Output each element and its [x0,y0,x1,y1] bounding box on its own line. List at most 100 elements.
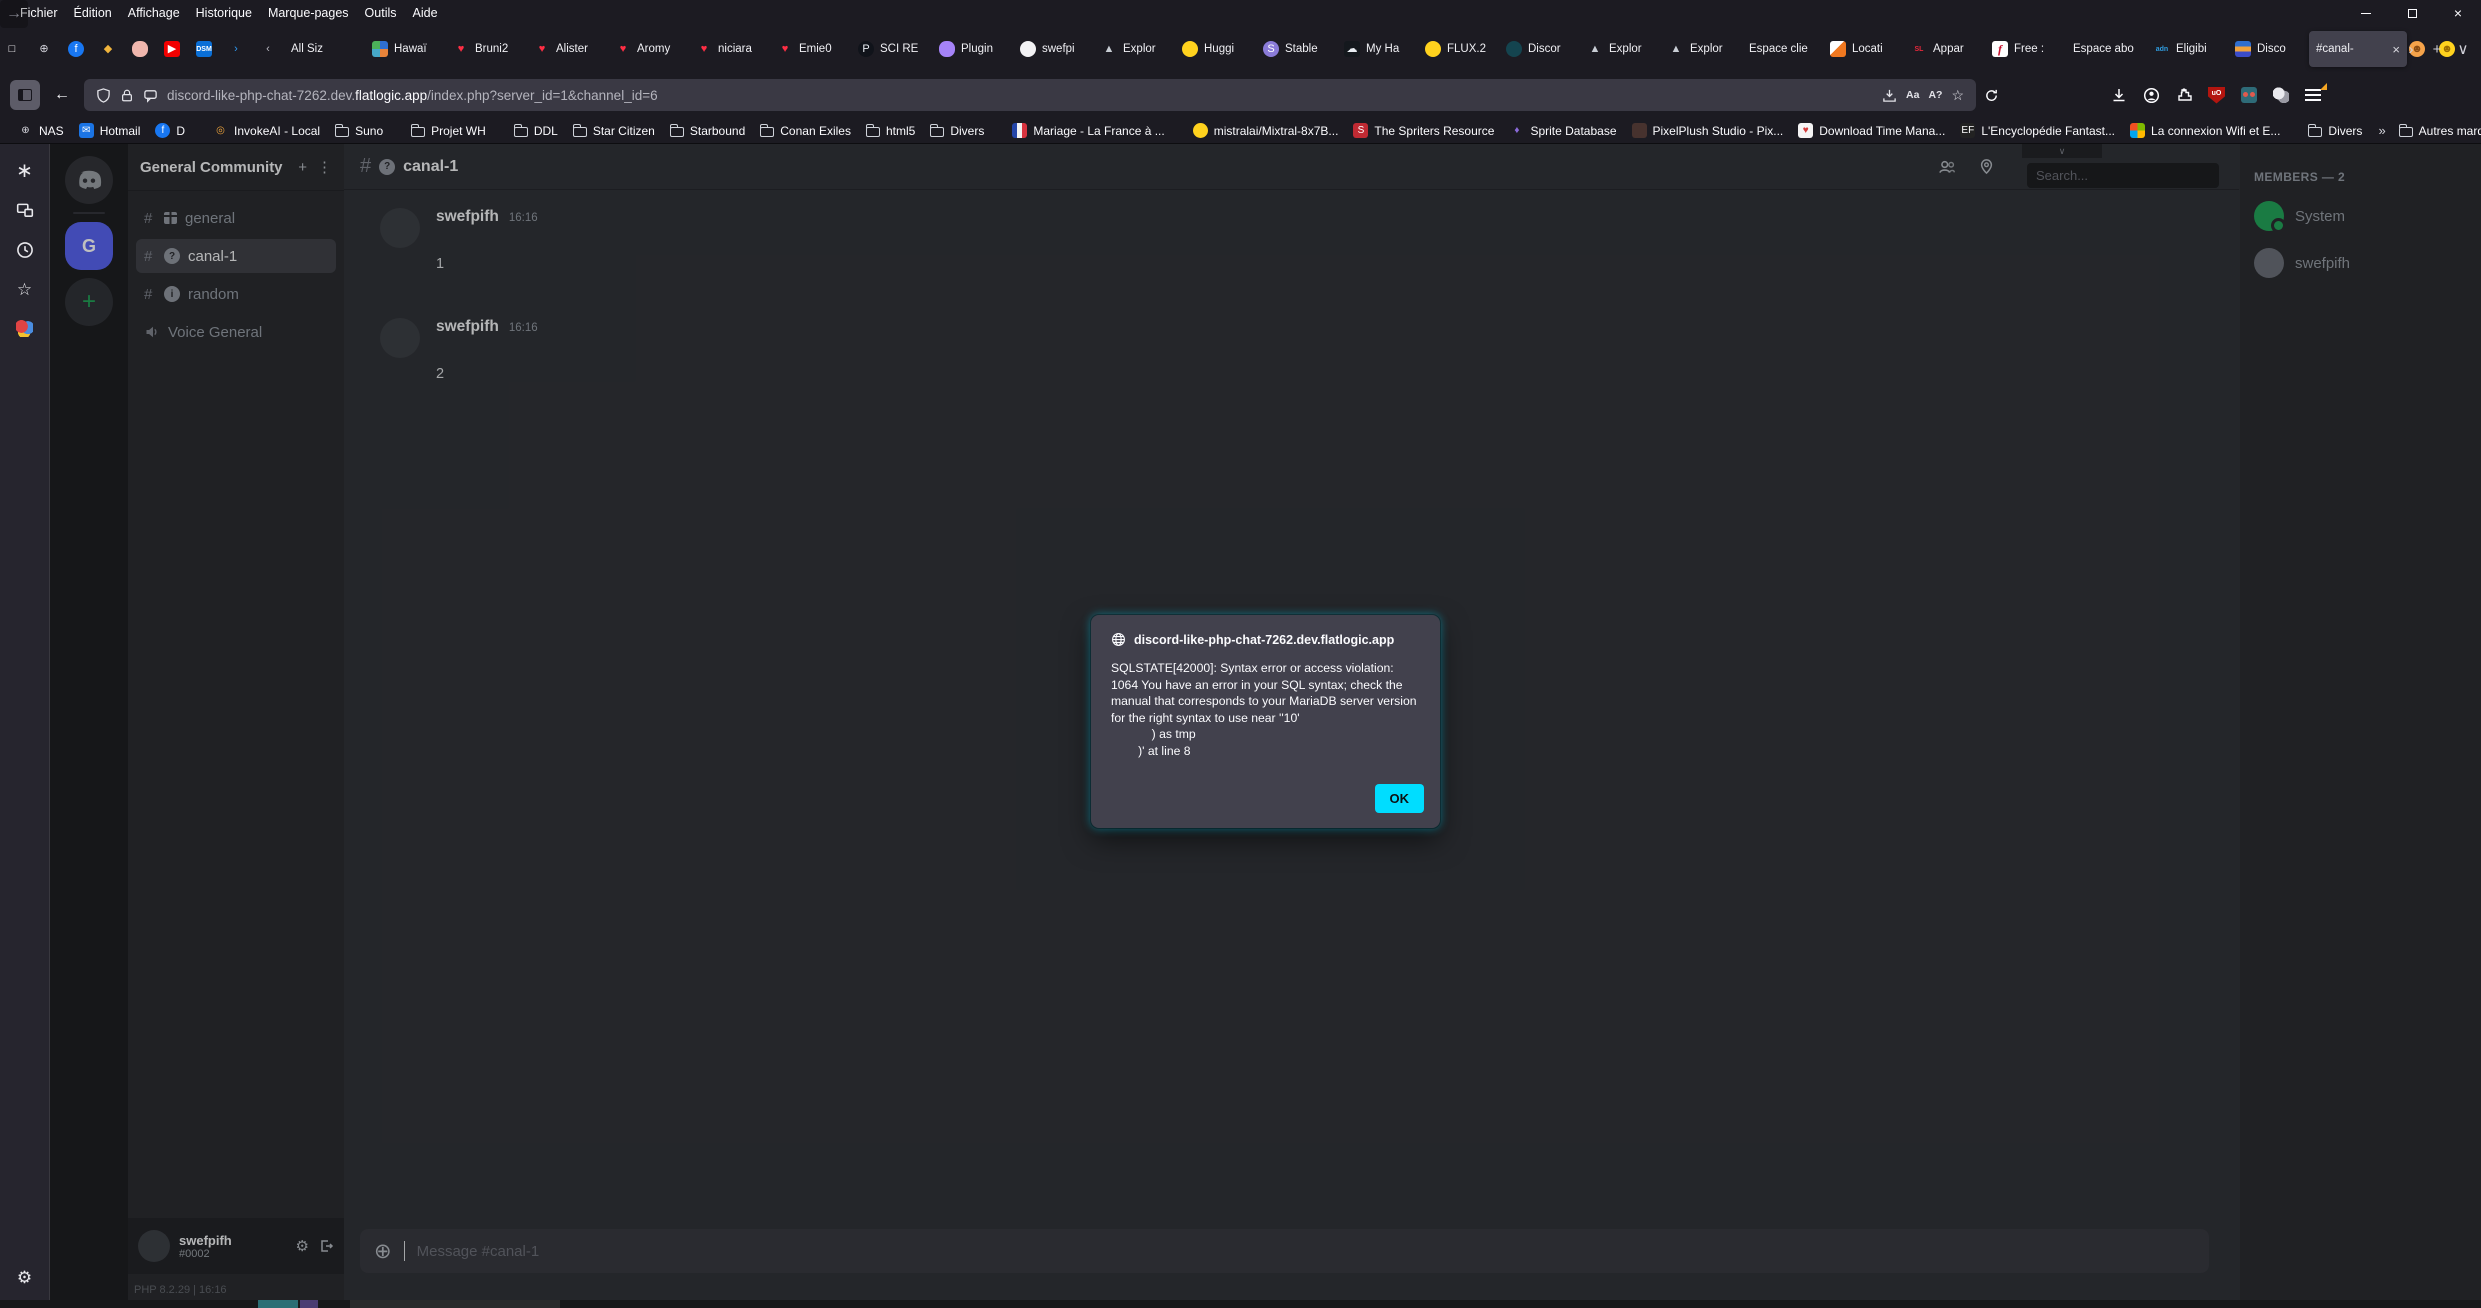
bookmark-item[interactable]: ⊕ NAS [12,121,70,140]
bookmarks-star-icon[interactable]: ☆ [15,280,35,300]
browser-tab[interactable]: Plugin [932,31,1011,67]
sidebar-settings-gear-icon[interactable]: ⚙ [15,1268,35,1288]
bookmark-item[interactable]: La connexion Wifi et E... [2124,121,2286,140]
reload-icon[interactable] [1984,88,1999,103]
extension-icon-2[interactable] [2273,87,2289,103]
url-bar[interactable]: discord-like-php-chat-7262.dev.flatlogic… [84,79,1976,111]
bookmark-item[interactable]: ◎ InvokeAI - Local [207,121,326,140]
new-tab-button[interactable]: + [2424,33,2450,65]
bookmark-item[interactable]: Projet WH [405,122,492,140]
downloads-icon[interactable] [2111,87,2127,103]
bookmark-item[interactable]: ♥ Download Time Mana... [1792,121,1951,140]
menu-item[interactable]: Outils [357,3,405,23]
menu-item[interactable]: Édition [66,3,120,23]
browser-tab[interactable]: SL Appar [1904,31,1983,67]
bookmark-item[interactable]: Autres marque-pages [2393,122,2481,140]
bookmark-item[interactable]: PixelPlush Studio - Pix... [1626,121,1790,140]
browser-tab[interactable]: ☁ My Ha [1337,31,1416,67]
browser-tab[interactable]: FLUX.2 [1418,31,1497,67]
browser-tab[interactable]: ◆ [100,31,130,67]
bookmark-star-icon[interactable]: ☆ [1951,87,1964,104]
taskbar-segment [258,1300,298,1308]
dictionary-icon[interactable]: A? [1928,89,1942,101]
bookmark-item[interactable]: ♦ Sprite Database [1503,121,1622,140]
url-text[interactable]: discord-like-php-chat-7262.dev.flatlogic… [167,88,1873,103]
menu-item[interactable]: Aide [405,3,446,23]
browser-tab[interactable]: ▲ Explor [1661,31,1740,67]
browser-tab[interactable]: Disco [2228,31,2307,67]
bookmark-item[interactable]: Divers [2302,122,2368,140]
bookmark-item[interactable]: ✉ Hotmail [73,121,147,140]
list-tabs-button[interactable]: ∨ [2450,33,2476,65]
bookmark-item[interactable]: EF L'Encyclopédie Fantast... [1954,121,2121,140]
tab-scroll-right-button[interactable]: › [2398,33,2424,65]
browser-tab[interactable]: Hawaï [365,31,444,67]
browser-tab[interactable]: All Siz [284,31,363,67]
browser-tab[interactable]: ‹ [260,31,282,67]
translate-icon[interactable]: Aa [1906,89,1919,101]
browser-tab[interactable]: ⊕ [36,31,66,67]
browser-tab[interactable]: ♥ niciara [689,31,768,67]
browser-tab[interactable]: #canal- × [2309,31,2407,67]
extension-icon[interactable] [2241,87,2257,103]
synced-tabs-icon[interactable] [15,200,35,220]
browser-tab[interactable]: f [68,31,98,67]
history-clock-icon[interactable] [15,240,35,260]
bookmark-item[interactable]: html5 [860,122,921,140]
menu-item[interactable]: Affichage [120,3,188,23]
browser-tab[interactable]: Discor [1499,31,1578,67]
browser-tab[interactable]: ♥ Alister [527,31,606,67]
bookmark-item[interactable]: Starbound [664,122,751,140]
browser-tab[interactable]: S Stable [1256,31,1335,67]
sidebar-toggle-button[interactable] [10,80,40,110]
browser-tab[interactable]: ▲ Explor [1580,31,1659,67]
browser-tab[interactable]: P SCI RE [851,31,930,67]
browser-tab[interactable]: Locati [1823,31,1902,67]
back-button[interactable]: ← [48,81,76,109]
menu-item[interactable]: Historique [188,3,260,23]
browser-tab[interactable]: › [228,31,258,67]
bookmark-item[interactable]: f D [149,121,191,140]
bookmark-item[interactable]: mistralai/Mixtral-8x7B... [1187,121,1345,140]
lock-icon[interactable] [120,88,134,103]
bookmark-item[interactable]: Conan Exiles [754,122,857,140]
ublock-origin-icon[interactable]: uO [2208,87,2225,104]
browser-tab[interactable]: Espace abo [2066,31,2145,67]
permissions-icon[interactable] [143,88,158,103]
bookmark-item[interactable]: S The Spriters Resource [1347,121,1500,140]
bookmark-item[interactable]: Mariage - La France à ... [1006,121,1170,140]
browser-tab[interactable]: adn Eligibi [2147,31,2226,67]
bookmark-item[interactable]: Star Citizen [567,122,661,140]
ok-button[interactable]: OK [1375,784,1425,813]
browser-tab[interactable]: □ [4,31,34,67]
browser-tab[interactable]: ▲ Explor [1094,31,1173,67]
extensions-puzzle-icon[interactable] [2176,87,2192,103]
bookmark-item[interactable]: Suno [329,122,389,140]
bookmark-item[interactable]: Divers [924,122,990,140]
close-button[interactable]: × [2435,0,2481,26]
browser-tab[interactable]: ♥ Aromy [608,31,687,67]
browser-tab[interactable]: Huggi [1175,31,1254,67]
dialog-origin: discord-like-php-chat-7262.dev.flatlogic… [1134,633,1394,647]
menu-item[interactable]: Marque-pages [260,3,357,23]
browser-tab[interactable]: ♥ Emie0 [770,31,849,67]
save-page-icon[interactable] [1882,88,1897,103]
browser-tab[interactable]: swefpi [1013,31,1092,67]
app-menu-icon[interactable] [2305,89,2321,101]
browser-tab[interactable]: f Free : [1985,31,2064,67]
bookmark-item[interactable]: DDL [508,122,564,140]
account-icon[interactable] [2143,87,2160,104]
browser-tab[interactable]: ♥ Bruni2 [446,31,525,67]
bookmark-item[interactable]: » [2374,121,2389,140]
maximize-button[interactable] [2389,0,2435,26]
browser-tab[interactable] [132,31,162,67]
tab-label: Alister [556,43,599,55]
browser-tab[interactable]: DSM [196,31,226,67]
shield-icon[interactable] [96,88,111,103]
browser-tab[interactable]: ▶ [164,31,194,67]
minimize-button[interactable] [2343,0,2389,26]
ai-chatbot-icon[interactable]: ∗ [15,160,35,180]
browser-tab[interactable]: Espace clie [1742,31,1821,67]
extension-colorful-icon[interactable] [16,320,33,337]
forward-button[interactable]: → [0,0,28,28]
